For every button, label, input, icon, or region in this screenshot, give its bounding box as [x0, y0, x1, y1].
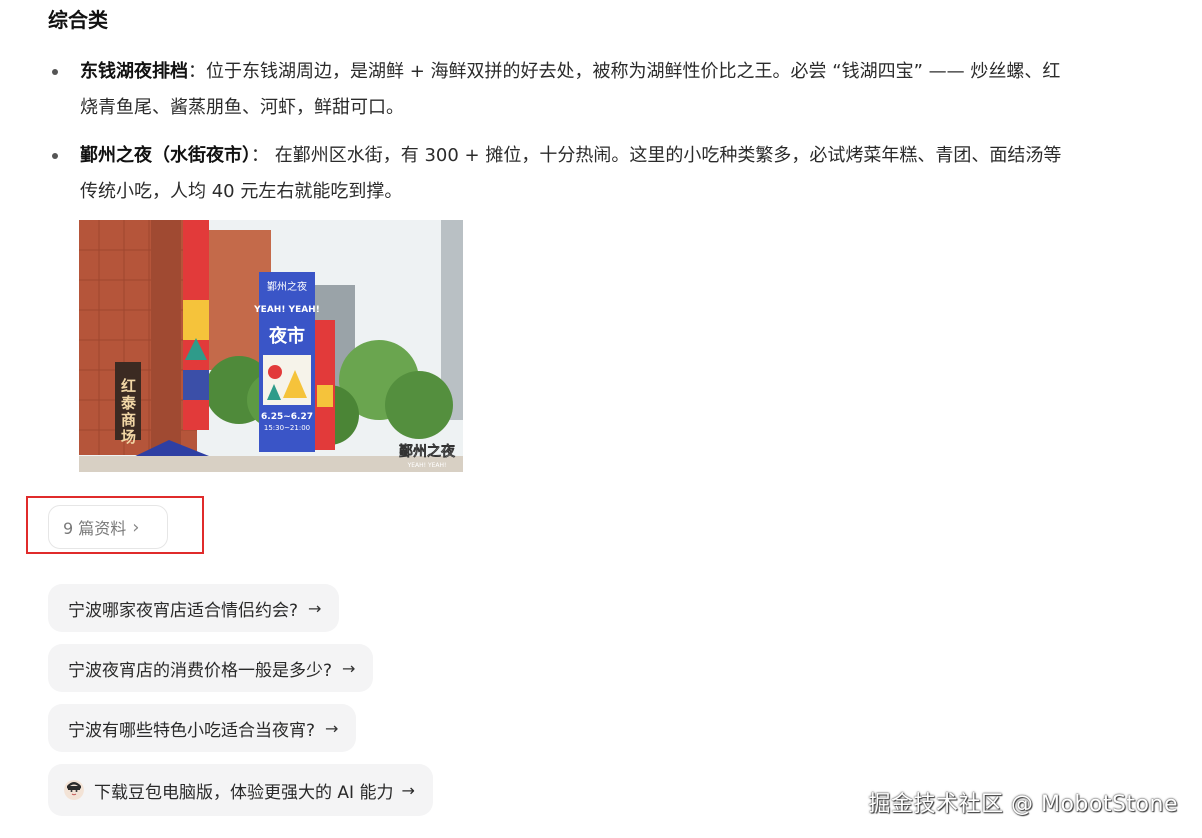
recommendation-list: 东钱湖夜排档：位于东钱湖周边，是湖鲜 + 海鲜双拼的好去处，被称为湖鲜性价比之王…	[48, 54, 1068, 210]
chat-answer-page: 综合类 东钱湖夜排档：位于东钱湖周边，是湖鲜 + 海鲜双拼的好去处，被称为湖鲜性…	[0, 0, 1202, 838]
banner-dates: 6.25~6.27	[261, 412, 313, 422]
suggested-question-button[interactable]: 宁波哪家夜宵店适合情侣约会? →	[48, 584, 340, 632]
banner-hours: 15:30~21:00	[264, 424, 310, 432]
sources-button[interactable]: 9 篇资料 ›	[48, 505, 168, 549]
suggested-question-text: 宁波夜宵店的消费价格一般是多少?	[68, 660, 333, 681]
chevron-right-icon: ›	[132, 516, 140, 538]
corner-sub: YEAH! YEAH!	[407, 462, 447, 469]
suggested-question-text: 宁波有哪些特色小吃适合当夜宵?	[68, 720, 316, 741]
suggested-question-text: 宁波哪家夜宵店适合情侣约会?	[68, 600, 299, 621]
download-desktop-app-button[interactable]: 下载豆包电脑版，体验更强大的 AI 能力 →	[48, 764, 433, 816]
bullet-title: 鄞州之夜（水街夜市）	[80, 145, 251, 166]
doubao-avatar-icon	[64, 780, 84, 800]
photo-illustration: 红泰商场 鄞州之夜 YEAH! YEAH! 夜市 6.25~6.27 15:30…	[79, 220, 463, 472]
bullet-dot	[52, 69, 58, 75]
sources-label: 9 篇资料	[63, 519, 127, 538]
banner-nightmarket: 夜市	[268, 325, 305, 347]
mall-sign: 红泰商场	[119, 377, 137, 446]
suggested-question-button[interactable]: 宁波有哪些特色小吃适合当夜宵? →	[48, 704, 357, 752]
watermark: 掘金技术社区 @ MobotStone	[868, 792, 1178, 817]
banner-yeah: YEAH! YEAH!	[253, 305, 320, 315]
arrow-right-icon: →	[401, 780, 415, 800]
download-label: 下载豆包电脑版，体验更强大的 AI 能力	[94, 782, 394, 803]
bullet-title: 东钱湖夜排档	[80, 61, 188, 82]
corner-label: 鄞州之夜	[399, 443, 456, 460]
arrow-right-icon: →	[308, 598, 322, 618]
list-item: 鄞州之夜（水街夜市）： 在鄞州区水街，有 300 + 摊位，十分热闹。这里的小吃…	[48, 138, 1068, 210]
suggested-questions: 宁波哪家夜宵店适合情侣约会? → 宁波夜宵店的消费价格一般是多少? → 宁波有哪…	[48, 584, 374, 764]
bullet-body: ：位于东钱湖周边，是湖鲜 + 海鲜双拼的好去处，被称为湖鲜性价比之王。必尝 “钱…	[80, 61, 1061, 118]
night-market-photo[interactable]: 红泰商场 鄞州之夜 YEAH! YEAH! 夜市 6.25~6.27 15:30…	[79, 220, 463, 472]
banner-brand: 鄞州之夜	[267, 280, 307, 293]
suggested-question-button[interactable]: 宁波夜宵店的消费价格一般是多少? →	[48, 644, 374, 692]
arrow-right-icon: →	[325, 718, 339, 738]
bullet-dot	[52, 153, 58, 159]
arrow-right-icon: →	[342, 658, 356, 678]
section-title: 综合类	[48, 8, 108, 32]
list-item: 东钱湖夜排档：位于东钱湖周边，是湖鲜 + 海鲜双拼的好去处，被称为湖鲜性价比之王…	[48, 54, 1068, 126]
